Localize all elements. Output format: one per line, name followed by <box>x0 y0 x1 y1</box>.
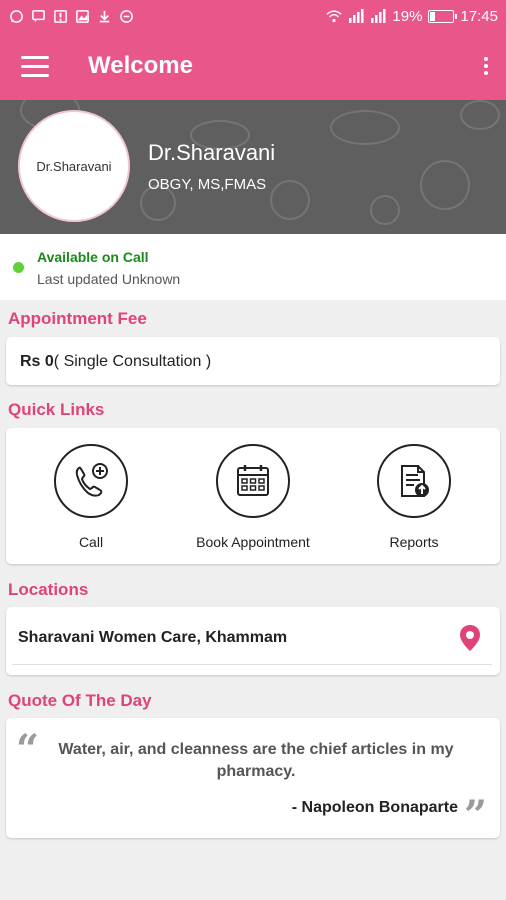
download-icon <box>96 8 112 24</box>
quote-close-icon: ” <box>464 792 488 839</box>
clock: 17:45 <box>460 7 498 25</box>
status-system: 19% 17:45 <box>326 8 498 25</box>
quote-title: Quote Of The Day <box>8 691 152 710</box>
banner-doodle <box>370 195 400 225</box>
quick-link-call[interactable]: Call <box>26 444 156 550</box>
quick-links-title: Quick Links <box>8 400 105 419</box>
location-name[interactable]: Sharavani Women Care, Khammam <box>18 629 287 647</box>
appointment-fee-title: Appointment Fee <box>8 309 147 328</box>
message-icon <box>30 8 46 24</box>
banner-doodle <box>460 100 500 130</box>
status-notifications <box>8 8 134 24</box>
whatsapp-icon <box>8 8 24 24</box>
quote-open-icon: “ <box>16 726 40 773</box>
quick-link-reports-label: Reports <box>389 534 439 550</box>
fee-amount: Rs 0 <box>20 353 54 370</box>
fee-detail: ( Single Consultation ) <box>53 353 212 370</box>
signal-icon <box>370 8 386 24</box>
appointment-fee-value: Rs 0( Single Consultation ) <box>20 353 211 371</box>
battery-percent: 19% <box>392 7 423 25</box>
image-icon <box>74 8 90 24</box>
hamburger-menu-icon[interactable] <box>0 32 70 100</box>
banner-doodle <box>270 180 310 220</box>
alert-icon <box>52 8 68 24</box>
call-add-icon[interactable] <box>54 444 128 518</box>
quick-link-reports[interactable]: Reports <box>349 444 479 550</box>
report-upload-icon[interactable] <box>377 444 451 518</box>
quick-link-book-appointment[interactable]: Book Appointment <box>188 444 318 550</box>
signal-icon <box>348 8 364 24</box>
banner-doodle <box>330 110 400 145</box>
banner-doodle <box>420 160 470 210</box>
location-divider <box>12 664 492 665</box>
app-bar: Welcome <box>0 32 506 100</box>
locations-title: Locations <box>8 580 89 599</box>
availability-status: Available on Call <box>37 249 149 265</box>
quick-link-book-appointment-label: Book Appointment <box>196 534 310 550</box>
quick-link-call-label: Call <box>78 534 104 550</box>
quote-text: Water, air, and cleanness are the chief … <box>58 741 454 780</box>
app-title: Welcome <box>88 52 193 79</box>
minus-circle-icon <box>118 8 134 24</box>
calendar-icon[interactable] <box>216 444 290 518</box>
more-vertical-icon[interactable] <box>466 32 506 100</box>
availability-status-dot <box>13 262 24 273</box>
quote-author: - Napoleon Bonaparte <box>291 799 458 816</box>
availability-panel <box>0 234 506 300</box>
avatar: Dr.Sharavani <box>18 110 130 222</box>
status-bar: 19% 17:45 <box>0 0 506 32</box>
location-pin-icon[interactable] <box>459 624 481 657</box>
doctor-name: Dr.Sharavani <box>148 140 276 165</box>
doctor-qualification: OBGY, MS,FMAS <box>148 176 267 193</box>
battery-icon <box>428 9 458 23</box>
availability-last-updated: Last updated Unknown <box>37 271 181 287</box>
wifi-icon <box>326 8 343 24</box>
avatar-text: Dr.Sharavani <box>36 158 112 174</box>
